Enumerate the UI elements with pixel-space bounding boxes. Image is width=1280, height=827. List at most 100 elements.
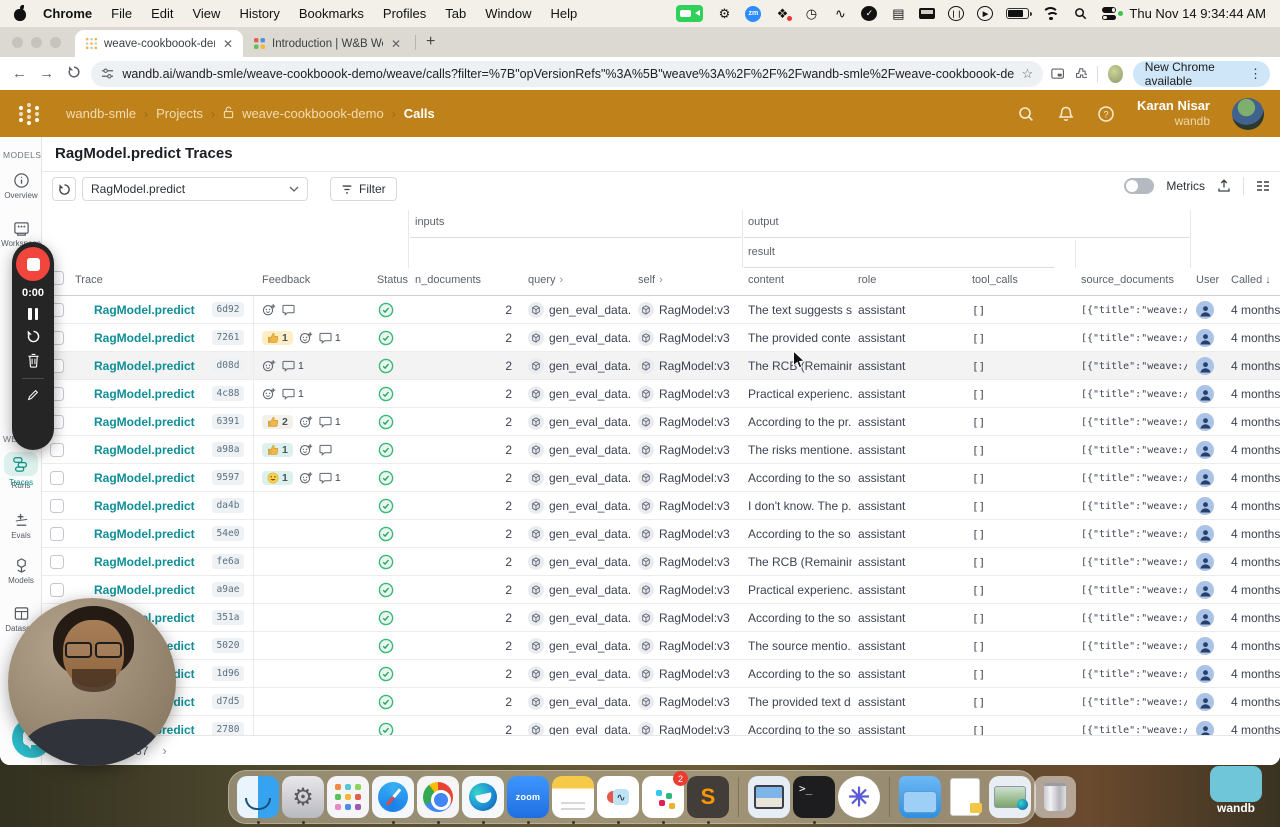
dock-item-finder[interactable]: [237, 776, 279, 824]
tab-close-icon[interactable]: ✕: [389, 37, 403, 51]
dock-item-trash[interactable]: [1034, 776, 1076, 818]
shield-check-icon[interactable]: ✓: [861, 6, 878, 21]
dock-item-launchpad[interactable]: [327, 776, 369, 818]
trace-link[interactable]: RagModel.predict: [94, 436, 195, 464]
breadcrumb-projects[interactable]: Projects: [156, 106, 203, 121]
dock-item-system-settings[interactable]: ⚙: [282, 776, 324, 824]
dock-item-downloads-folder[interactable]: [899, 776, 941, 818]
trace-link[interactable]: RagModel.predict: [94, 492, 195, 520]
query-ref-chip[interactable]: gen_eval_data...: [528, 296, 632, 324]
user-avatar[interactable]: [1196, 553, 1214, 571]
self-ref-chip[interactable]: RagModel:v3: [638, 492, 742, 520]
row-checkbox[interactable]: [50, 555, 64, 569]
add-reaction-icon[interactable]: [262, 387, 276, 401]
dock-item-terminal[interactable]: >_: [793, 776, 835, 824]
extensions-icon[interactable]: [1075, 66, 1088, 81]
table-row[interactable]: RagModel.predict351a2gen_eval_data...Rag…: [42, 604, 1280, 632]
user-avatar[interactable]: [1196, 469, 1214, 487]
trace-link[interactable]: RagModel.predict: [94, 380, 195, 408]
chrome-update-button[interactable]: New Chrome available ⋮: [1132, 60, 1270, 88]
dock-item-documents-stack[interactable]: [944, 776, 986, 818]
breadcrumb-calls[interactable]: Calls: [404, 106, 435, 121]
self-ref-chip[interactable]: RagModel:v3: [638, 660, 742, 688]
dock-item-minimized-window[interactable]: [989, 776, 1031, 818]
user-menu[interactable]: Karan Nisar wandb: [1137, 98, 1210, 129]
expand-column-icon[interactable]: ›: [659, 274, 663, 286]
column-header-self[interactable]: self ›: [638, 274, 663, 286]
address-bar[interactable]: wandb.ai/wandb-smle/weave-cookboook-demo…: [91, 60, 1044, 87]
app-with-notification-icon[interactable]: ❖: [774, 5, 793, 22]
comment-icon[interactable]: 1: [282, 388, 304, 400]
row-checkbox[interactable]: [50, 583, 64, 597]
screen-recording-camera-icon[interactable]: [676, 5, 704, 22]
column-header-query[interactable]: query ›: [528, 274, 563, 286]
row-checkbox[interactable]: [50, 443, 64, 457]
table-row[interactable]: RagModel.predict27802gen_eval_data...Rag…: [42, 716, 1280, 735]
dock-item-zoom[interactable]: zoom: [507, 776, 549, 824]
menu-chrome[interactable]: Chrome: [43, 6, 92, 21]
sidebar-item-traces[interactable]: Traces: [0, 452, 42, 487]
user-avatar[interactable]: [1196, 301, 1214, 319]
self-ref-chip[interactable]: RagModel:v3: [638, 408, 742, 436]
zoom-app-icon[interactable]: zm: [745, 5, 762, 22]
tab-weave-docs[interactable]: Introduction | W&B Weave ✕: [243, 30, 411, 57]
bookmark-star-icon[interactable]: ☆: [1022, 66, 1034, 82]
table-row[interactable]: RagModel.predict1d962gen_eval_data...Rag…: [42, 660, 1280, 688]
table-row[interactable]: RagModel.predict50202gen_eval_data...Rag…: [42, 632, 1280, 660]
query-ref-chip[interactable]: gen_eval_data...: [528, 660, 632, 688]
comment-icon[interactable]: 1: [319, 416, 341, 428]
column-header-status[interactable]: Status: [372, 274, 408, 286]
user-avatar[interactable]: [1196, 637, 1214, 655]
reload-button[interactable]: [64, 65, 83, 83]
row-checkbox[interactable]: [50, 527, 64, 541]
trace-link[interactable]: RagModel.predict: [94, 296, 195, 324]
settings-gear-icon[interactable]: ⚙: [716, 5, 732, 22]
menu-window[interactable]: Window: [485, 6, 531, 21]
spotlight-search-icon[interactable]: [1072, 5, 1088, 22]
tune-icon[interactable]: [101, 67, 114, 80]
user-avatar[interactable]: [1196, 693, 1214, 711]
add-reaction-icon[interactable]: [262, 303, 276, 317]
table-row[interactable]: RagModel.predict d08d 1 2 gen_eval_data... Ra…: [42, 352, 1280, 380]
user-avatar[interactable]: [1232, 97, 1264, 130]
query-ref-chip[interactable]: gen_eval_data...: [528, 548, 632, 576]
query-ref-chip[interactable]: gen_eval_data...: [528, 716, 632, 735]
self-ref-chip[interactable]: RagModel:v3: [638, 576, 742, 604]
pause-recording-button[interactable]: [28, 308, 38, 320]
user-avatar[interactable]: [1196, 721, 1214, 735]
filter-button[interactable]: Filter: [330, 177, 397, 201]
column-header-n-documents[interactable]: n_documents: [415, 274, 481, 286]
notifications-bell-icon[interactable]: [1057, 105, 1075, 123]
table-row[interactable]: RagModel.predict fe6a 2 gen_eval_data... Rag…: [42, 548, 1280, 576]
self-ref-chip[interactable]: RagModel:v3: [638, 380, 742, 408]
self-ref-chip[interactable]: RagModel:v3: [638, 464, 742, 492]
delete-recording-button[interactable]: [27, 353, 40, 368]
user-avatar[interactable]: [1196, 525, 1214, 543]
column-header-role[interactable]: role: [858, 274, 876, 286]
table-row[interactable]: RagModel.predict 7261 1 1 2 gen_eval_data... R…: [42, 324, 1280, 352]
dock-item-whiteboard[interactable]: ∿: [597, 776, 639, 824]
self-ref-chip[interactable]: RagModel:v3: [638, 436, 742, 464]
trace-link[interactable]: RagModel.predict: [94, 324, 195, 352]
export-icon[interactable]: [1217, 179, 1231, 193]
tab-weave-calls[interactable]: weave-cookboook-demo Wo ✕: [75, 30, 243, 57]
thumbs-up-emoji[interactable]: 2: [262, 415, 293, 429]
user-avatar[interactable]: [1196, 665, 1214, 683]
table-row[interactable]: RagModel.predict 6d92 2 gen_eval_data... Rag…: [42, 296, 1280, 324]
dock-item-sublime-text[interactable]: S: [687, 776, 729, 824]
draw-tool-button[interactable]: [26, 388, 40, 402]
query-ref-chip[interactable]: gen_eval_data...: [528, 436, 632, 464]
self-ref-chip[interactable]: RagModel:v3: [638, 296, 742, 324]
menu-help[interactable]: Help: [551, 6, 578, 21]
menu-edit[interactable]: Edit: [151, 6, 173, 21]
user-avatar[interactable]: [1196, 497, 1214, 515]
wifi-icon[interactable]: [1042, 7, 1060, 20]
row-checkbox[interactable]: [50, 471, 64, 485]
query-ref-chip[interactable]: gen_eval_data...: [528, 380, 632, 408]
sidebar-item-overview[interactable]: Overview: [0, 172, 42, 200]
table-row[interactable]: RagModel.predict 4c88 1 2 gen_eval_data... Ra…: [42, 380, 1280, 408]
dock-item-edge[interactable]: [462, 776, 504, 824]
menubar-clock[interactable]: Thu Nov 14 9:34:44 AM: [1129, 6, 1266, 21]
back-button[interactable]: ←: [10, 65, 29, 82]
menu-bookmarks[interactable]: Bookmarks: [299, 6, 364, 21]
